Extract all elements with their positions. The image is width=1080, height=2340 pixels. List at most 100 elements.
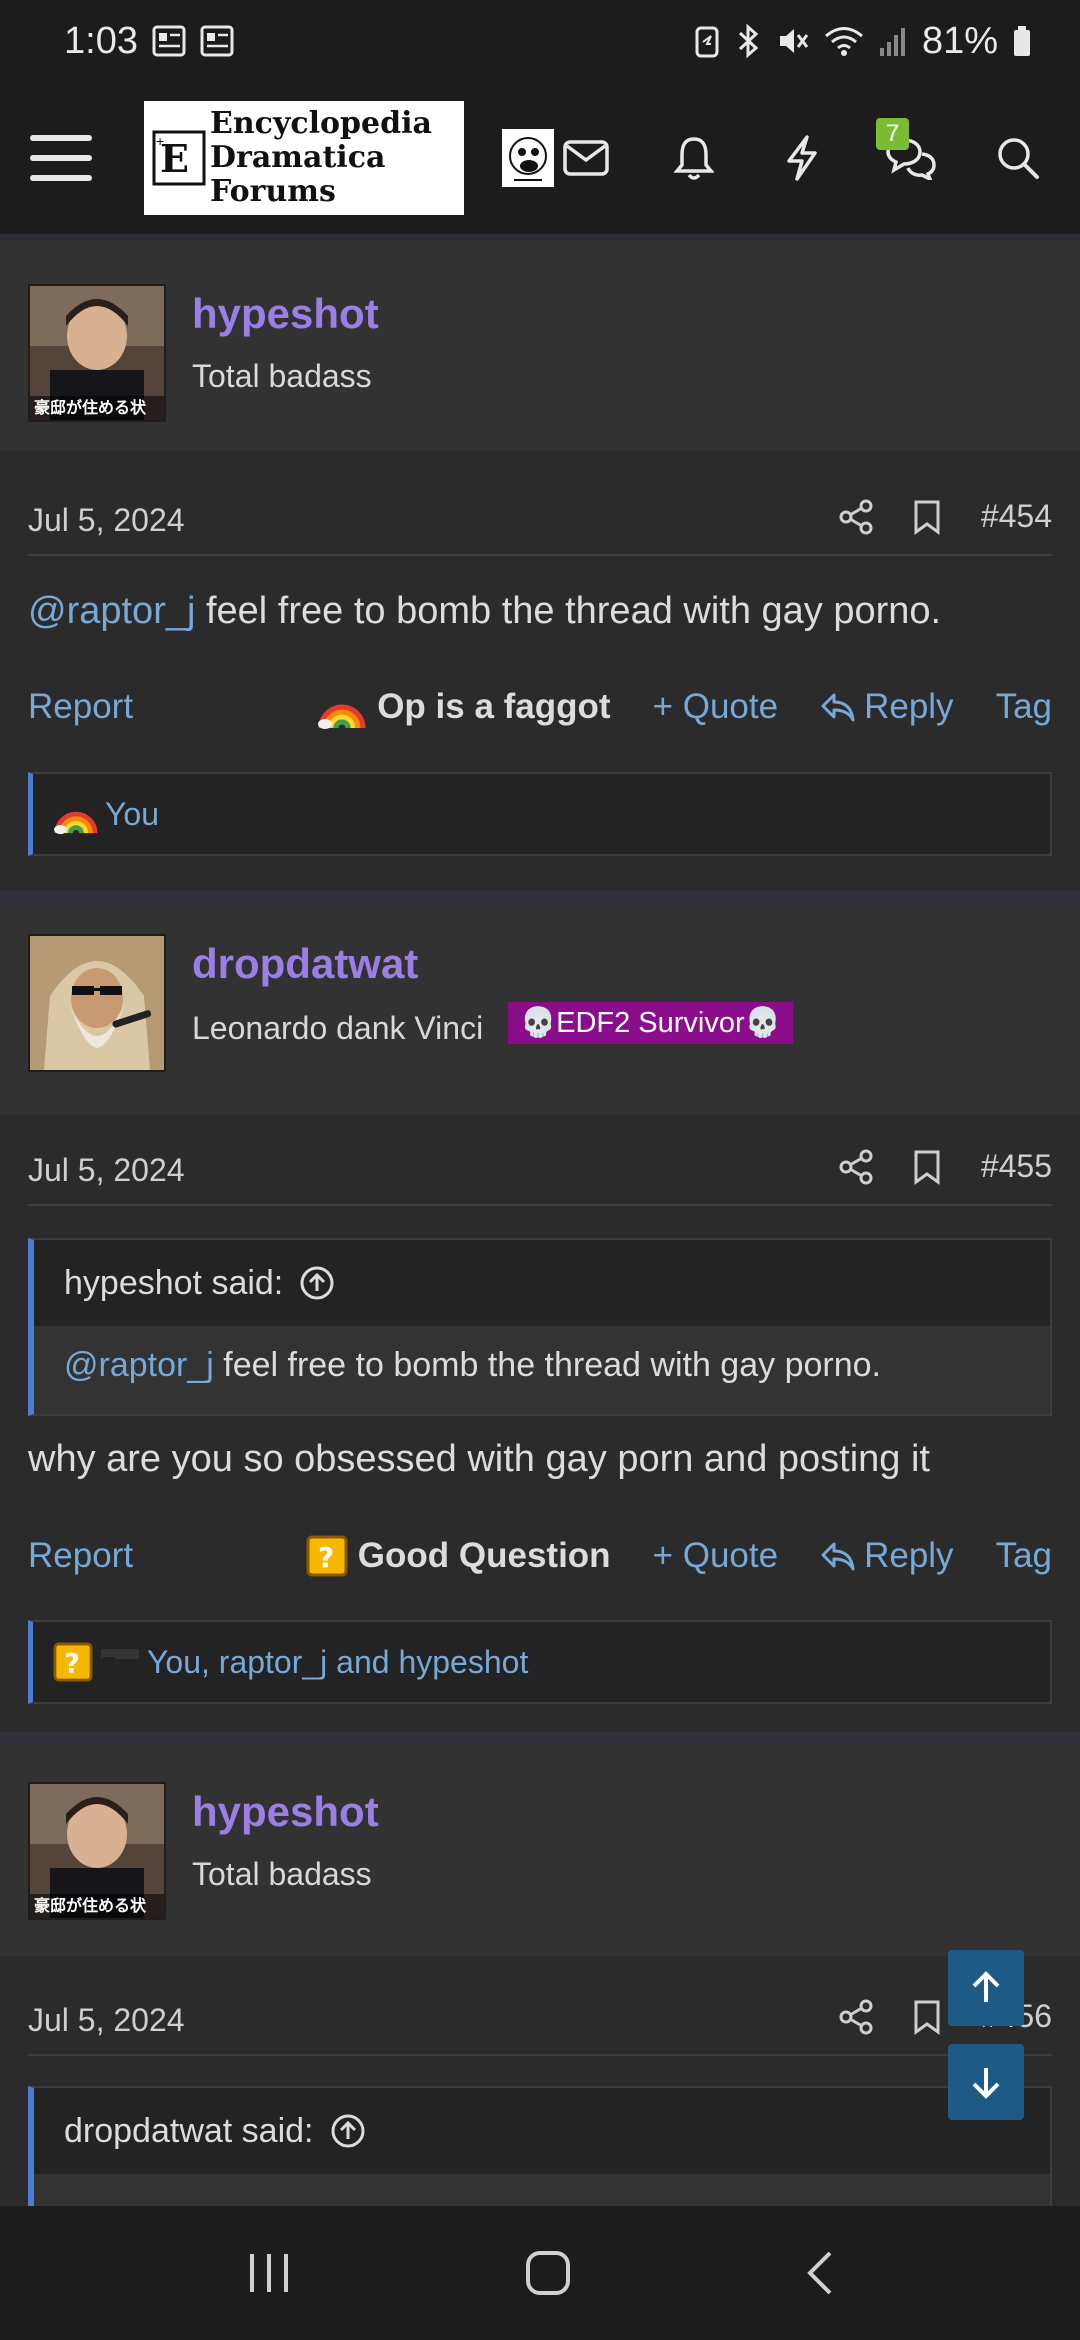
reply-label: Reply [864, 1536, 954, 1575]
quote-button[interactable]: + Quote [653, 687, 779, 727]
svg-text:?: ? [64, 1648, 79, 1679]
tag-button[interactable]: Tag [996, 1536, 1052, 1576]
quote-block: hypeshot said: @raptor_j feel free to bo… [28, 1238, 1052, 1416]
reply-button[interactable]: Reply [820, 687, 954, 727]
scroll-to-top-button[interactable] [948, 1950, 1024, 2026]
post-number[interactable]: #454 [981, 498, 1052, 535]
conversations-icon[interactable]: 7 [876, 118, 942, 190]
post-456: 豪邸が住める状 hypeshot Total badass Jul 5, 202… [0, 1746, 1080, 2226]
reply-button[interactable]: Reply [820, 1536, 954, 1576]
post-username[interactable]: hypeshot [192, 1788, 379, 1836]
quote-block: dropdatwat said: [28, 2086, 1052, 2226]
ed-logo-icon: E + [152, 130, 206, 186]
avatar[interactable]: 豪邸が住める状 [28, 284, 166, 422]
back-icon[interactable] [804, 2250, 834, 2296]
forum-logo[interactable]: E + Encyclopedia Dramatica Forums [144, 101, 464, 215]
quote-author: dropdatwat said: [64, 2111, 314, 2150]
quote-body: @raptor_j feel free to bomb the thread w… [34, 1326, 1050, 1405]
bookmark-icon[interactable] [913, 1999, 941, 2035]
mute-icon [776, 24, 810, 58]
reaction-label: Good Question [357, 1536, 611, 1575]
arrow-up-circle-icon[interactable] [299, 1265, 335, 1301]
report-link[interactable]: Report [28, 687, 133, 727]
search-icon[interactable] [986, 126, 1050, 190]
divider [28, 554, 1052, 556]
avatar-caption: 豪邸が住める状 [34, 1898, 147, 1915]
quote-header[interactable]: hypeshot said: [34, 1240, 1050, 1326]
divider [28, 1204, 1052, 1206]
post-number[interactable]: #455 [981, 1148, 1052, 1185]
reaction-list[interactable]: You [28, 772, 1052, 856]
svg-text:?: ? [318, 1541, 334, 1574]
logo-line-2: Dramatica Forums [210, 140, 386, 209]
react-button[interactable]: ? Good Question [306, 1535, 611, 1577]
report-link[interactable]: Report [28, 1536, 133, 1576]
share-icon[interactable] [839, 499, 873, 535]
post-username[interactable]: hypeshot [192, 290, 379, 338]
post-455: dropdatwat Leonardo dank Vinci 💀EDF2 Sur… [0, 904, 1080, 1732]
status-bar: 1:03 81% [0, 0, 1080, 82]
quote-text: feel free to bomb the thread with gay po… [213, 1346, 881, 1384]
divider [28, 2054, 1052, 2056]
share-icon[interactable] [839, 1999, 873, 2035]
bookmark-icon[interactable] [913, 1149, 941, 1185]
react-button[interactable]: Op is a faggot [317, 684, 611, 730]
forum-header: E + Encyclopedia Dramatica Forums 7 [0, 82, 1080, 234]
scroll-to-bottom-button[interactable] [948, 2044, 1024, 2120]
message-text: feel free to bomb the thread with gay po… [195, 590, 942, 632]
news-icon [200, 25, 234, 57]
news-icon [152, 25, 186, 57]
arrow-up-circle-icon[interactable] [330, 2113, 366, 2149]
post-username[interactable]: dropdatwat [192, 940, 418, 988]
conversations-badge: 7 [876, 118, 910, 150]
bluetooth-icon [734, 24, 762, 58]
rainbow-icon [317, 684, 367, 730]
lightning-icon[interactable] [770, 126, 834, 190]
recent-apps-icon[interactable] [246, 2252, 292, 2294]
user-mention[interactable]: @raptor_j [28, 590, 195, 632]
reactions-by: You [105, 795, 159, 832]
bookmark-icon[interactable] [913, 499, 941, 535]
logo-line-1: Encyclopedia [210, 106, 432, 141]
tag-button[interactable]: Tag [996, 687, 1052, 727]
post-user-title: Total badass [192, 358, 372, 394]
post-separator [0, 1732, 1080, 1746]
bell-icon[interactable] [662, 126, 726, 190]
reply-label: Reply [864, 687, 954, 726]
avatar[interactable]: 豪邸が住める状 [28, 1782, 166, 1920]
quote-button[interactable]: + Quote [653, 1536, 779, 1576]
quote-header[interactable]: dropdatwat said: [34, 2088, 1050, 2174]
avatar[interactable] [28, 934, 166, 1072]
post-454: 豪邸が住める状 hypeshot Total badass Jul 5, 202… [0, 240, 1080, 890]
battery-saver-icon [694, 24, 720, 58]
question-block-icon: ? [53, 1642, 93, 1682]
rainbow-icon [53, 793, 99, 835]
menu-icon[interactable] [30, 122, 92, 194]
system-nav-bar [0, 2206, 1080, 2340]
wifi-icon [824, 24, 864, 58]
post-message: why are you so obsessed with gay porn an… [28, 1438, 930, 1480]
post-date[interactable]: Jul 5, 2024 [28, 2002, 185, 2039]
gun-icon [99, 1645, 141, 1679]
svg-text:E: E [160, 136, 189, 181]
quote-author: hypeshot said: [64, 1263, 284, 1302]
post-date[interactable]: Jul 5, 2024 [28, 1152, 185, 1189]
battery-icon [1012, 25, 1032, 57]
user-mention[interactable]: @raptor_j [64, 1346, 214, 1384]
mail-icon[interactable] [554, 126, 618, 190]
reaction-list[interactable]: ? You, raptor_j and hypeshot [28, 1620, 1052, 1704]
reactions-by: You, raptor_j and hypeshot [147, 1643, 529, 1680]
post-separator [0, 890, 1080, 904]
user-banner: 💀EDF2 Survivor💀 [508, 1002, 793, 1044]
home-icon[interactable] [525, 2250, 571, 2296]
post-message: @raptor_j feel free to bomb the thread w… [28, 588, 1052, 634]
reaction-label: Op is a faggot [377, 687, 611, 726]
arrow-up-icon [966, 1968, 1006, 2008]
signal-icon [878, 24, 908, 58]
post-date[interactable]: Jul 5, 2024 [28, 502, 185, 539]
user-avatar[interactable] [502, 129, 554, 187]
share-icon[interactable] [839, 1149, 873, 1185]
status-time: 1:03 [64, 19, 138, 62]
arrow-down-icon [966, 2062, 1006, 2102]
avatar-caption: 豪邸が住める状 [34, 400, 147, 417]
